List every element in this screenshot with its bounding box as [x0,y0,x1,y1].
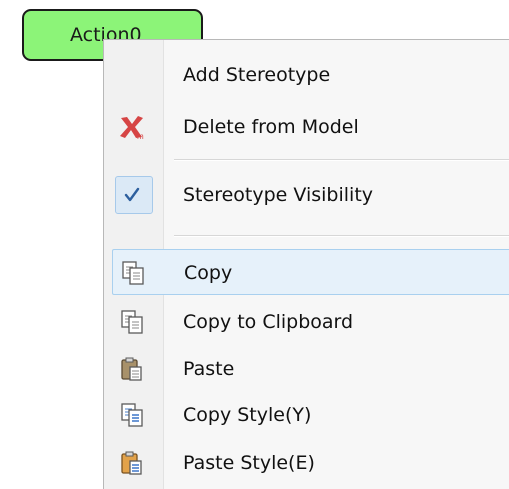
menu-item-stereotype-visibility[interactable]: Stereotype Visibility [112,172,509,218]
menu-item-label: Paste Style(E) [183,452,315,474]
svg-text:m: m [137,132,144,140]
menu-item-copy-to-clipboard[interactable]: Copy to Clipboard [112,299,509,345]
context-menu: Add Stereotype m Delete from Model Stere… [103,39,509,489]
menu-item-label: Copy [184,262,233,284]
menu-item-add-stereotype[interactable]: Add Stereotype [112,52,509,98]
menu-separator [174,235,509,237]
menu-separator [174,159,509,161]
menu-item-label: Copy Style(Y) [183,404,312,426]
copy-clipboard-icon [119,309,145,335]
menu-item-label: Add Stereotype [183,64,331,86]
menu-item-label: Paste [183,358,235,380]
menu-item-paste[interactable]: Paste [112,346,509,392]
menu-item-paste-style[interactable]: Paste Style(E) [112,440,509,486]
menu-item-copy[interactable]: Copy [112,249,509,295]
menu-item-delete-from-model[interactable]: m Delete from Model [112,104,509,150]
delete-cross-icon: m [119,114,145,141]
copy-style-icon [119,402,145,428]
menu-item-copy-style[interactable]: Copy Style(Y) [112,392,509,438]
menu-item-label: Stereotype Visibility [183,184,374,206]
menu-item-label: Delete from Model [183,116,359,138]
copy-icon [120,260,146,286]
menu-item-label: Copy to Clipboard [183,311,354,333]
checkmark-icon [119,182,145,208]
paste-style-icon [119,450,145,476]
paste-icon [119,356,145,382]
